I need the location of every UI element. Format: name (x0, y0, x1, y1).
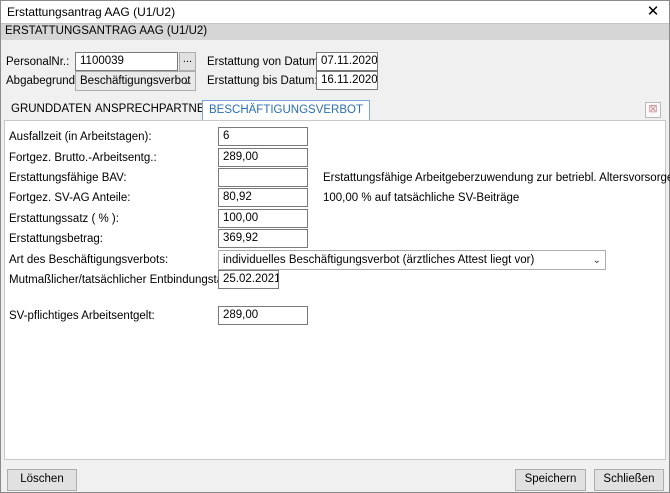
bav-note: Erstattungsfähige Arbeitgeberzuwendung z… (323, 172, 670, 184)
tab-grunddaten[interactable]: GRUNDDATEN (5, 100, 97, 120)
ausfallzeit-label: Ausfallzeit (in Arbeitstagen): (9, 131, 152, 143)
tab-ansprechpartner[interactable]: ANSPRECHPARTNER (89, 100, 219, 120)
sv-ag-input[interactable]: 80,92 (218, 188, 308, 207)
betrag-label: Erstattungsbetrag: (9, 233, 103, 245)
von-datum-input[interactable]: 07.11.2020 (316, 52, 378, 71)
abgabegrund-label: Abgabegrund: (6, 75, 79, 87)
entbindung-label: Mutmaßlicher/tatsächlicher Entbindungsta… (9, 274, 233, 286)
window-title: Erstattungsantrag AAG (U1/U2) (7, 5, 176, 19)
header-title: ERSTATTUNGSANTRAG AAG (U1/U2) (5, 25, 208, 37)
delete-button[interactable]: Löschen (7, 469, 77, 491)
bis-datum-label: Erstattung bis Datum: (207, 75, 318, 87)
satz-label: Erstattungssatz ( % ): (9, 213, 119, 225)
chevron-down-icon: ⌄ (182, 76, 191, 87)
abgabegrund-select[interactable]: Beschäftigungsverbot ⌄ (75, 71, 196, 91)
close-button[interactable]: Schließen (594, 469, 664, 491)
sv-entgelt-label: SV-pflichtiges Arbeitsentgelt: (9, 310, 155, 322)
personal-nr-input[interactable]: 1100039 (75, 52, 178, 71)
title-bar: Erstattungsantrag AAG (U1/U2) ✕ (1, 1, 669, 23)
bav-label: Erstattungsfähige BAV: (9, 172, 127, 184)
betrag-input[interactable]: 369,92 (218, 229, 308, 248)
brutto-label: Fortgez. Brutto.-Arbeitsentg.: (9, 152, 157, 164)
bav-input[interactable] (218, 168, 308, 187)
abgabegrund-value: Beschäftigungsverbot (80, 75, 191, 87)
tab-beschaeftigungsverbot[interactable]: BESCHÄFTIGUNGSVERBOT (202, 100, 370, 121)
personal-nr-label: PersonalNr.: (6, 56, 70, 68)
save-button[interactable]: Speichern (515, 469, 586, 491)
header-band: ERSTATTUNGSANTRAG AAG (U1/U2) (1, 23, 669, 40)
ausfallzeit-input[interactable]: 6 (218, 127, 308, 146)
art-select[interactable]: individuelles Beschäftigungsverbot (ärzt… (218, 250, 606, 270)
bis-datum-input[interactable]: 16.11.2020 (316, 71, 378, 90)
art-label: Art des Beschäftigungsverbots: (9, 254, 169, 266)
close-icon[interactable]: ✕ (637, 1, 669, 23)
satz-input[interactable]: 100,00 (218, 209, 308, 228)
entbindung-input[interactable]: 25.02.2021 (218, 270, 279, 289)
beschaeftigungsverbot-panel: Ausfallzeit (in Arbeitstagen): 6 Fortgez… (4, 120, 670, 460)
von-datum-label: Erstattung von Datum: (207, 56, 322, 68)
chevron-down-icon: ⌄ (592, 255, 601, 266)
sv-ag-label: Fortgez. SV-AG Anteile: (9, 192, 131, 204)
sv-ag-note: 100,00 % auf tatsächliche SV-Beiträge (323, 192, 520, 204)
close-tab-icon[interactable]: ⊠ (645, 102, 661, 118)
tab-bar: GRUNDDATEN ANSPRECHPARTNER BESCHÄFTIGUNG… (1, 100, 669, 121)
sv-entgelt-input[interactable]: 289,00 (218, 306, 308, 325)
art-value: individuelles Beschäftigungsverbot (ärzt… (223, 254, 535, 266)
personal-lookup-button[interactable]: ... (179, 52, 196, 71)
brutto-input[interactable]: 289,00 (218, 148, 308, 167)
dialog-window: Erstattungsantrag AAG (U1/U2) ✕ ERSTATTU… (0, 0, 670, 493)
